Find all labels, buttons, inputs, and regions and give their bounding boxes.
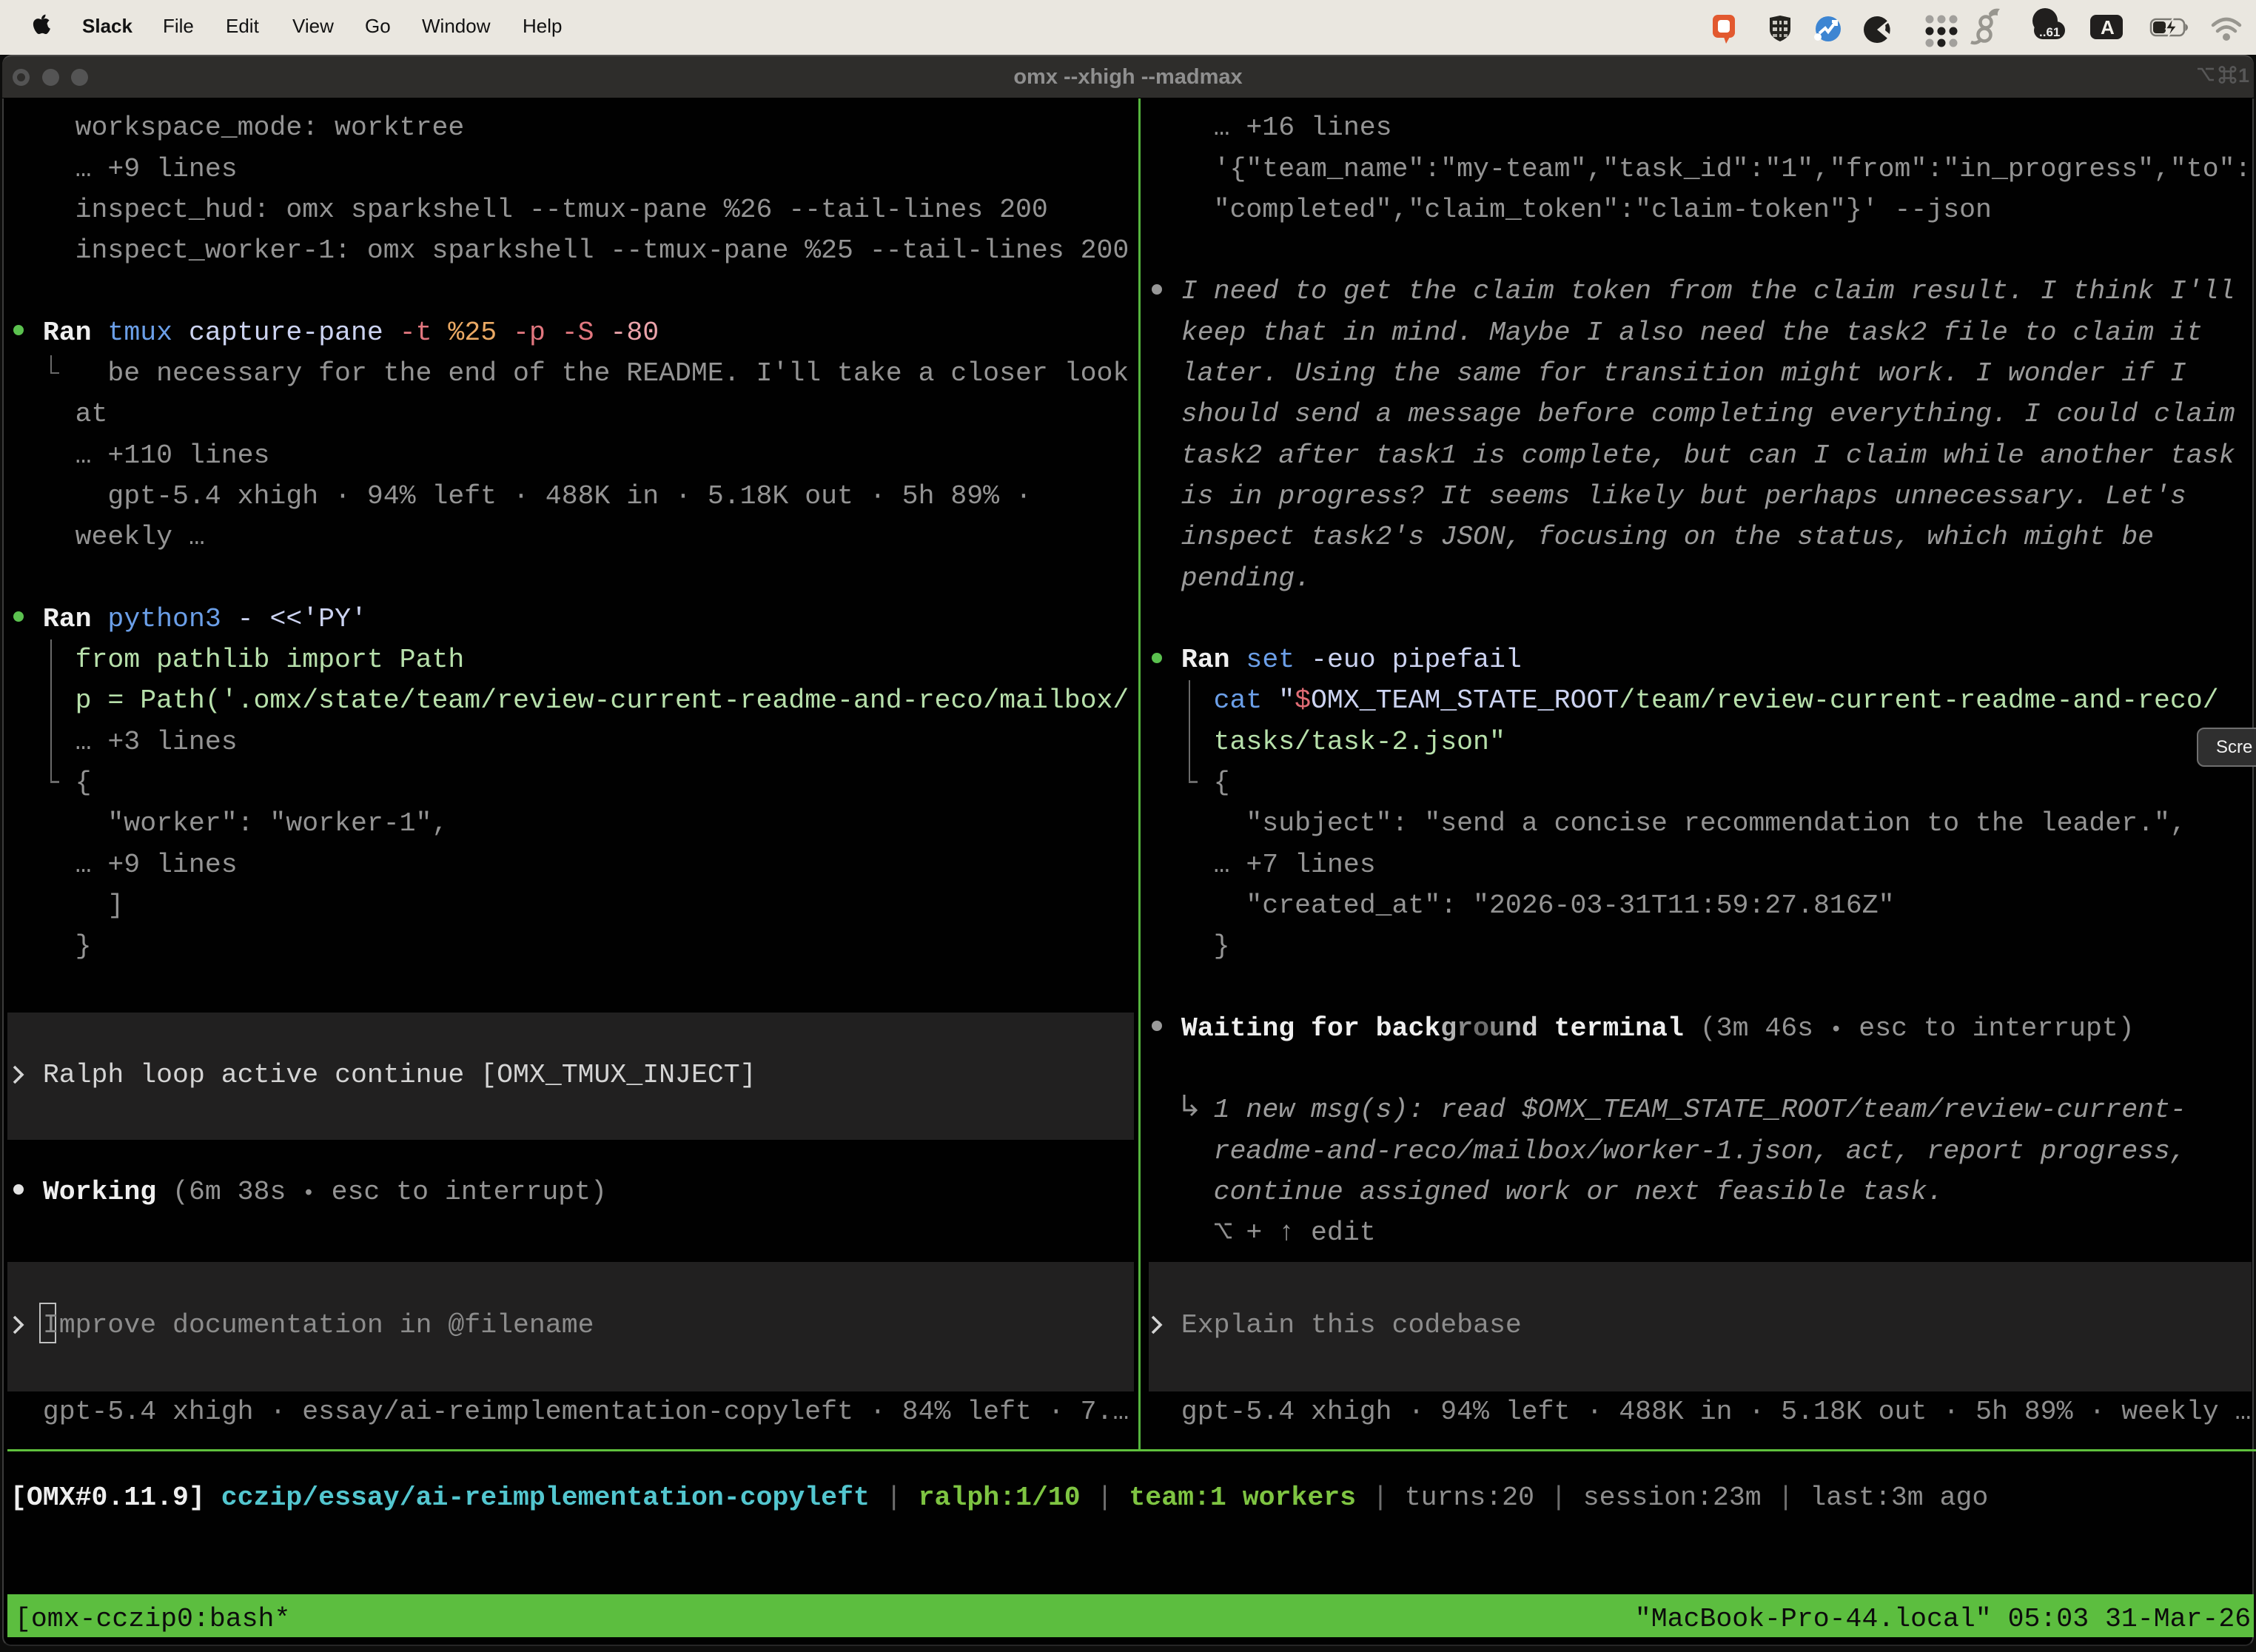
svg-text:..61: ..61 [2039,25,2060,39]
svg-text:1: 1 [2238,64,2249,86]
svg-text:A: A [2101,16,2115,38]
